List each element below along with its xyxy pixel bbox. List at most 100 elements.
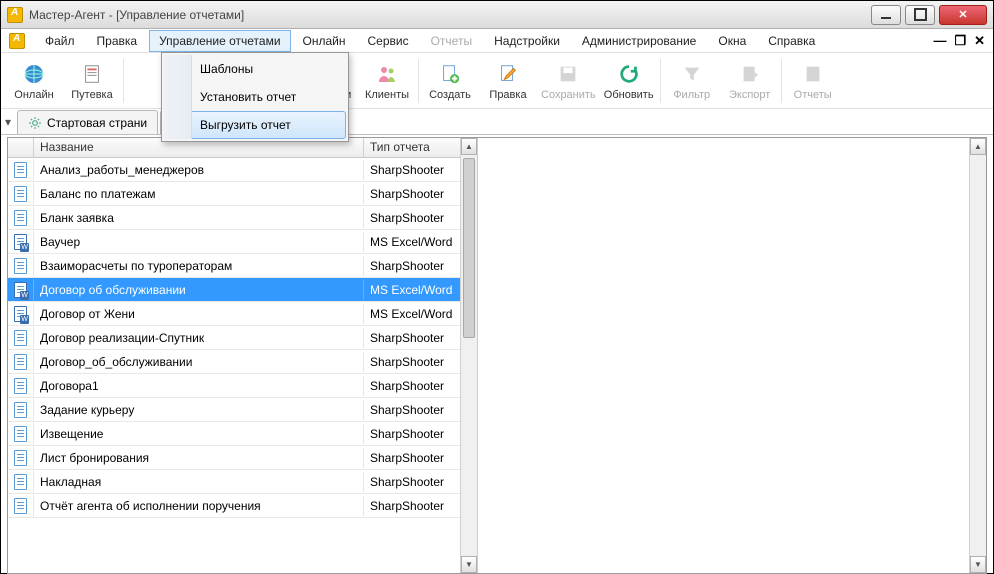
report-doc-icon xyxy=(14,402,27,418)
table-row[interactable]: Договор_об_обслуживанииSharpShooter xyxy=(8,350,477,374)
toolbar-путевка[interactable]: Путевка xyxy=(63,55,121,107)
table-row[interactable]: Баланс по платежамSharpShooter xyxy=(8,182,477,206)
cell-name: Баланс по платежам xyxy=(34,184,364,204)
toolbar-правка[interactable]: Правка xyxy=(479,55,537,107)
cell-name: Накладная xyxy=(34,472,364,492)
reports-grid: Название Тип отчета Анализ_работы_менедж… xyxy=(8,138,478,573)
minimize-button[interactable] xyxy=(871,5,901,25)
scroll-up-button[interactable]: ▲ xyxy=(970,138,986,155)
cell-name: Договор реализации-Спутник xyxy=(34,328,364,348)
menu-сервис[interactable]: Сервис xyxy=(358,30,419,52)
toolbar-фильтр: Фильтр xyxy=(663,55,721,107)
word-doc-icon xyxy=(14,306,27,322)
word-doc-icon xyxy=(14,234,27,250)
table-row[interactable]: Отчёт агента об исполнении порученияShar… xyxy=(8,494,477,518)
save-icon xyxy=(555,61,581,87)
close-button[interactable] xyxy=(939,5,987,25)
refresh-icon xyxy=(616,61,642,87)
scroll-down-button[interactable]: ▼ xyxy=(970,556,986,573)
export-icon xyxy=(737,61,763,87)
table-row[interactable]: Взаиморасчеты по туроператорамSharpShoot… xyxy=(8,254,477,278)
word-doc-icon xyxy=(14,282,27,298)
table-row[interactable]: ВаучерMS Excel/Word xyxy=(8,230,477,254)
cell-name: Задание курьеру xyxy=(34,400,364,420)
table-row[interactable]: Договор от ЖениMS Excel/Word xyxy=(8,302,477,326)
toolbar-создать[interactable]: Создать xyxy=(421,55,479,107)
report-doc-icon xyxy=(14,474,27,490)
mdi-close-icon[interactable]: ✕ xyxy=(974,33,985,49)
content-area: Название Тип отчета Анализ_работы_менедж… xyxy=(7,137,987,574)
report-doc-icon xyxy=(14,330,27,346)
cell-name: Ваучер xyxy=(34,232,364,252)
report-doc-icon xyxy=(14,498,27,514)
report-doc-icon xyxy=(14,354,27,370)
toolbar-обновить[interactable]: Обновить xyxy=(600,55,658,107)
table-row[interactable]: Анализ_работы_менеджеровSharpShooter xyxy=(8,158,477,182)
cell-name: Лист бронирования xyxy=(34,448,364,468)
cell-name: Извещение xyxy=(34,424,364,444)
cell-name: Отчёт агента об исполнении поручения xyxy=(34,496,364,516)
table-row[interactable]: Бланк заявкаSharpShooter xyxy=(8,206,477,230)
titlebar: Мастер-Агент - [Управление отчетами] xyxy=(1,1,993,29)
tab-strip: ▾ Стартовая страни тчетами ✕ xyxy=(1,109,993,135)
toolbar: ОнлайнПутевкаПлатежиКлиентыСоздатьПравка… xyxy=(1,53,993,109)
cell-name: Договора1 xyxy=(34,376,364,396)
menu-правка[interactable]: Правка xyxy=(87,30,148,52)
filter-icon xyxy=(679,61,705,87)
toolbar-отчеты: Отчеты xyxy=(784,55,842,107)
report-doc-icon xyxy=(14,450,27,466)
menu-окна[interactable]: Окна xyxy=(708,30,756,52)
report-doc-icon xyxy=(14,162,27,178)
toolbar-экспорт: Экспорт xyxy=(721,55,779,107)
app-icon xyxy=(7,7,23,23)
gear-icon xyxy=(28,116,42,130)
toolbar-сохранить: Сохранить xyxy=(537,55,600,107)
toolbar-клиенты[interactable]: Клиенты xyxy=(358,55,416,107)
scroll-up-button[interactable]: ▲ xyxy=(461,138,477,155)
cell-name: Договор об обслуживании xyxy=(34,280,364,300)
scroll-thumb[interactable] xyxy=(463,158,475,338)
app-menu-icon[interactable] xyxy=(9,33,25,49)
table-row[interactable]: ИзвещениеSharpShooter xyxy=(8,422,477,446)
menu-отчеты[interactable]: Отчеты xyxy=(421,30,482,52)
preview-pane: ▲ ▼ xyxy=(478,138,986,573)
tab-label: Стартовая страни xyxy=(47,116,147,130)
maximize-button[interactable] xyxy=(905,5,935,25)
table-row[interactable]: Лист бронированияSharpShooter xyxy=(8,446,477,470)
window-title: Мастер-Агент - [Управление отчетами] xyxy=(29,8,871,22)
menu-онлайн[interactable]: Онлайн xyxy=(293,30,356,52)
menu-управление-отчетами[interactable]: Управление отчетами xyxy=(149,30,290,52)
table-row[interactable]: НакладнаяSharpShooter xyxy=(8,470,477,494)
mdi-controls: — ❐ ✕ xyxy=(933,33,985,49)
preview-scrollbar[interactable]: ▲ ▼ xyxy=(969,138,986,573)
edit-icon xyxy=(495,61,521,87)
toolbar-онлайн[interactable]: Онлайн xyxy=(5,55,63,107)
cell-name: Бланк заявка xyxy=(34,208,364,228)
scroll-down-button[interactable]: ▼ xyxy=(461,556,477,573)
column-icon[interactable] xyxy=(8,138,34,157)
menu-справка[interactable]: Справка xyxy=(758,30,825,52)
menu-надстройки[interactable]: Надстройки xyxy=(484,30,570,52)
table-row[interactable]: Задание курьеруSharpShooter xyxy=(8,398,477,422)
grid-scrollbar[interactable]: ▲ ▼ xyxy=(460,138,477,573)
cell-name: Договор от Жени xyxy=(34,304,364,324)
tab-start-page[interactable]: Стартовая страни xyxy=(17,110,158,134)
table-row[interactable]: Договор реализации-СпутникSharpShooter xyxy=(8,326,477,350)
doc-icon xyxy=(79,61,105,87)
newdoc-icon xyxy=(437,61,463,87)
menu-администрирование[interactable]: Администрирование xyxy=(572,30,706,52)
report-doc-icon xyxy=(14,426,27,442)
menu-файл[interactable]: Файл xyxy=(35,30,85,52)
cell-name: Анализ_работы_менеджеров xyxy=(34,160,364,180)
mdi-minimize-icon[interactable]: — xyxy=(933,33,946,49)
report-doc-icon xyxy=(14,258,27,274)
reports-management-menu: ШаблоныУстановить отчетВыгрузить отчет xyxy=(161,52,349,142)
table-row[interactable]: Договора1SharpShooter xyxy=(8,374,477,398)
mdi-restore-icon[interactable]: ❐ xyxy=(954,33,966,49)
window-controls xyxy=(871,5,987,25)
table-row[interactable]: Договор об обслуживанииMS Excel/Word xyxy=(8,278,477,302)
people-icon xyxy=(374,61,400,87)
globe-icon xyxy=(21,61,47,87)
tab-overflow-button[interactable]: ▾ xyxy=(5,115,15,129)
cell-name: Договор_об_обслуживании xyxy=(34,352,364,372)
